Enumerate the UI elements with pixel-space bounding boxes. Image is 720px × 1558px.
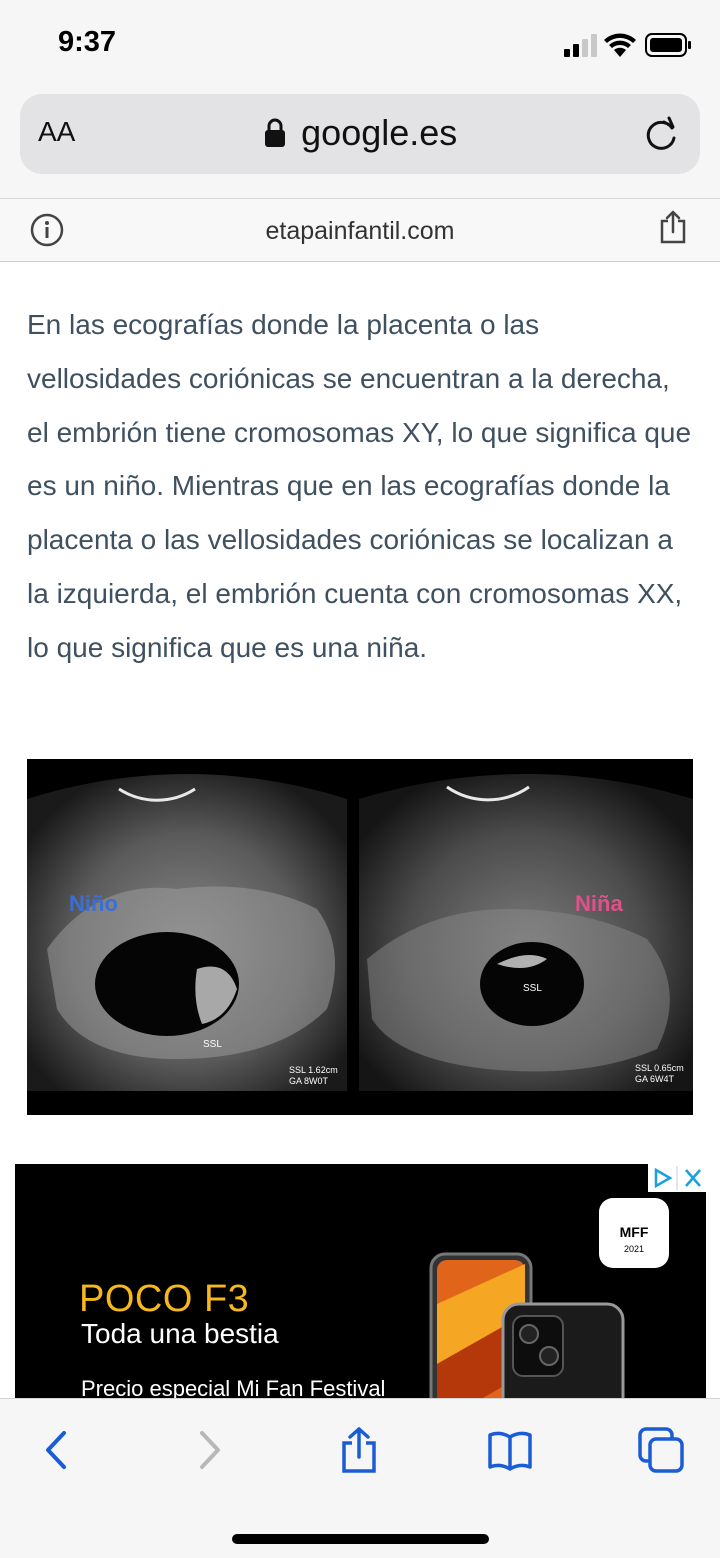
ultrasound-left-marker: SSL	[203, 1039, 222, 1050]
forward-icon[interactable]	[186, 1427, 232, 1473]
ultrasound-right-scan: Niña SSL SSL 0.65cm GA 6W4T	[359, 774, 693, 1091]
lock-icon	[264, 118, 285, 147]
ultrasound-left-readout-1: SSL 1.62cm	[289, 1065, 338, 1075]
ad-logo-text: MFF	[619, 1224, 649, 1240]
url-text: google.es	[301, 112, 458, 153]
status-bar: 9:37	[0, 0, 720, 88]
status-time: 9:37	[58, 26, 117, 58]
site-domain: etapainfantil.com	[265, 217, 455, 245]
status-icons	[564, 33, 691, 57]
ultrasound-left-scan: Niño SSL SSL 1.62cm GA 8W0T	[27, 774, 347, 1091]
ultrasound-right-readout-1: SSL 0.65cm	[635, 1063, 684, 1073]
back-icon[interactable]	[34, 1427, 80, 1473]
wifi-icon	[604, 33, 636, 57]
cellular-signal-icon	[564, 34, 597, 57]
share-icon[interactable]	[336, 1427, 382, 1473]
site-info-bar: etapainfantil.com	[0, 198, 720, 262]
address-bar-area: AA google.es	[0, 88, 720, 198]
share-icon[interactable]	[658, 209, 688, 245]
browser-toolbar	[0, 1398, 720, 1558]
ultrasound-right-label: Niña	[575, 891, 623, 916]
ultrasound-left-readout-2: GA 8W0T	[289, 1076, 329, 1086]
reload-icon[interactable]	[642, 114, 680, 154]
bookmarks-icon[interactable]	[487, 1427, 533, 1473]
advertisement[interactable]: MFF 2021 POCO F3 Toda una bestia Precio …	[15, 1164, 706, 1404]
url-display[interactable]: google.es	[20, 112, 700, 154]
address-bar[interactable]: AA google.es	[20, 94, 700, 174]
ultrasound-left-label: Niño	[69, 891, 118, 916]
ultrasound-right-readout-2: GA 6W4T	[635, 1074, 675, 1084]
ultrasound-image: Niño SSL SSL 1.62cm GA 8W0T Niña SSL SSL…	[27, 759, 693, 1115]
ultrasound-right-marker: SSL	[523, 983, 542, 994]
ad-subtitle: Toda una bestia	[81, 1318, 279, 1349]
battery-icon	[645, 33, 691, 57]
article-paragraph: En las ecografías donde la placenta o la…	[27, 309, 692, 663]
tabs-icon[interactable]	[638, 1427, 684, 1473]
home-indicator[interactable]	[232, 1534, 489, 1544]
ad-choices-icon[interactable]	[648, 1164, 706, 1192]
ad-title: POCO F3	[79, 1278, 250, 1320]
ad-phone-image	[429, 1252, 625, 1404]
